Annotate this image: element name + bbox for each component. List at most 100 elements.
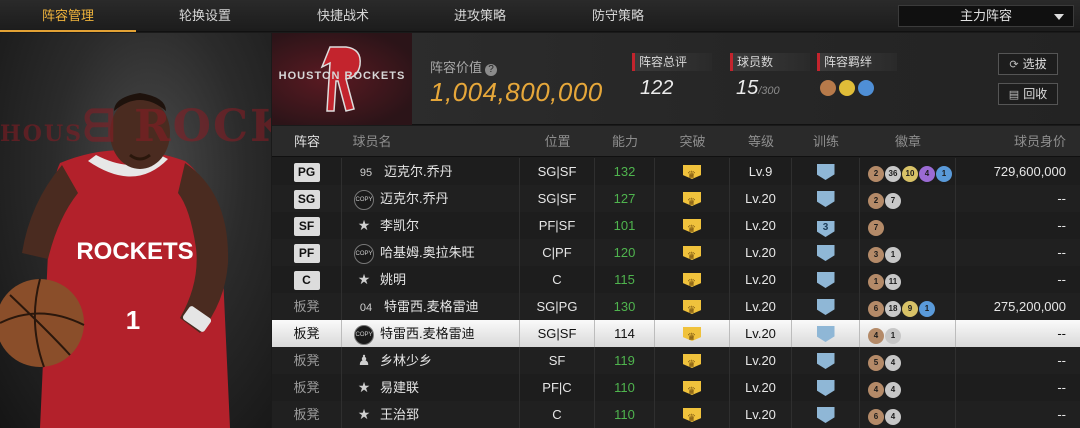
cell-training [792, 374, 860, 401]
star-card-icon: ♟ [357, 352, 371, 368]
position-slot-badge: SF [293, 217, 320, 236]
cell-level: Lv.20 [730, 239, 792, 266]
badge-bronze: 1 [868, 274, 884, 290]
training-shield-icon: 3 [816, 221, 835, 237]
player-name: 迈克尔.乔丹 [384, 164, 453, 179]
player-name: 李凯尔 [380, 218, 420, 233]
training-shield-icon [816, 164, 835, 180]
cell-slot: 板凳 [272, 374, 342, 401]
player-name: 特雷西.麦格雷迪 [380, 326, 475, 341]
bond-icons[interactable] [820, 80, 877, 101]
team-name-text: HOUSTON ROCKETS [279, 70, 406, 82]
tab-defense-strategy[interactable]: 防守策略 [550, 0, 686, 32]
cell-breakthrough [655, 239, 730, 266]
cell-name: ★ 王治郅 [342, 401, 520, 428]
position-slot-badge: SG [293, 190, 320, 209]
table-row[interactable]: SG COPY 迈克尔.乔丹 SG|SF 127 Lv.20 27 -- [272, 185, 1080, 212]
header-training: 训练 [812, 134, 839, 149]
training-shield-icon [816, 326, 835, 342]
badge-silver: 1 [885, 247, 901, 263]
cell-breakthrough [655, 158, 730, 185]
recycle-button[interactable]: ▤ 回收 [998, 83, 1058, 105]
crown-icon [683, 300, 701, 314]
table-header: 阵容 球员名 位置 能力 突破 等级 训练 徽章 球员身价 [272, 126, 1080, 157]
table-row[interactable]: 板凳 ★ 易建联 PF|C 110 Lv.20 44 -- [272, 374, 1080, 401]
badge-silver: 4 [885, 355, 901, 371]
cell-training: 3 [792, 212, 860, 239]
cell-training [792, 320, 860, 347]
crown-icon [683, 246, 701, 260]
player-name: 迈克尔.乔丹 [380, 191, 449, 206]
card-number: 95 [359, 167, 373, 179]
badge-gold: 10 [902, 166, 918, 182]
copy-card-icon: COPY [354, 243, 374, 264]
cell-slot: 板凳 [272, 320, 342, 347]
cell-name: 04 特雷西.麦格雷迪 [342, 293, 520, 320]
badge-purple: 4 [919, 166, 935, 182]
cell-training [792, 401, 860, 428]
table-row[interactable]: 板凳 COPY 特雷西.麦格雷迪 SG|SF 114 Lv.20 41 -- [272, 320, 1080, 347]
header-level: 等级 [747, 134, 774, 149]
badge-bronze: 4 [868, 382, 884, 398]
cell-position: PF|SF [520, 212, 595, 239]
cell-training [792, 347, 860, 374]
tab-quick-tactics[interactable]: 快捷战术 [275, 0, 411, 32]
bond-icon-blue [858, 80, 874, 96]
cell-badges: 44 [860, 374, 956, 401]
cell-level: Lv.20 [730, 347, 792, 374]
cell-breakthrough [655, 293, 730, 320]
badge-silver: 1 [885, 328, 901, 344]
table-row[interactable]: 板凳 ♟ 乡林少乡 SF 119 Lv.20 54 -- [272, 347, 1080, 374]
cell-ability: 130 [595, 293, 655, 320]
header-name: 球员名 [352, 134, 392, 149]
tab-lineup-management[interactable]: 阵容管理 [0, 0, 136, 32]
cell-level: Lv.20 [730, 320, 792, 347]
tab-rotation-settings[interactable]: 轮换设置 [137, 0, 273, 32]
cell-training [792, 185, 860, 212]
table-row[interactable]: 板凳 04 特雷西.麦格雷迪 SG|PG 130 Lv.20 61891 275,… [272, 293, 1080, 320]
player-name: 特雷西.麦格雷迪 [384, 299, 479, 314]
header-position: 位置 [544, 134, 571, 149]
help-icon[interactable]: ? [485, 64, 498, 76]
crown-icon [683, 165, 701, 179]
cell-price: -- [1057, 218, 1066, 233]
star-card-icon: ★ [357, 271, 371, 287]
document-icon: ▤ [1008, 89, 1020, 101]
cell-ability: 101 [595, 212, 655, 239]
cell-slot: 板凳 [272, 401, 342, 428]
cell-breakthrough [655, 347, 730, 374]
cell-level: Lv.20 [730, 401, 792, 428]
crown-icon [683, 327, 701, 341]
cell-breakthrough [655, 401, 730, 428]
tab-offense-strategy[interactable]: 进攻策略 [412, 0, 548, 32]
table-row[interactable]: SF ★ 李凯尔 PF|SF 101 Lv.20 3 7 -- [272, 212, 1080, 239]
table-row[interactable]: C ★ 姚明 C 115 Lv.20 111 -- [272, 266, 1080, 293]
badge-blue: 1 [936, 166, 952, 182]
cell-badges: 1 11 [860, 266, 956, 293]
rockets-logo-icon: HOUSTON ROCKETS [279, 46, 406, 112]
top-tab-bar: 阵容管理 轮换设置 快捷战术 进攻策略 防守策略 主力阵容 [0, 0, 1080, 32]
cell-position: C|PF [520, 239, 595, 266]
cell-ability: 132 [595, 158, 655, 185]
cell-position: SF [520, 347, 595, 374]
header-breakthrough: 突破 [679, 134, 706, 149]
select-button[interactable]: ⟳ 选拔 [998, 53, 1058, 75]
bond-icon-bronze [820, 80, 836, 96]
badge-bronze: 7 [868, 220, 884, 236]
crown-icon [683, 192, 701, 206]
position-slot-badge: PG [293, 163, 320, 182]
cell-badges: 27 [860, 185, 956, 212]
player-name: 姚明 [380, 272, 407, 287]
cell-breakthrough [655, 374, 730, 401]
cell-price: -- [1057, 326, 1066, 341]
header-slot: 阵容 [293, 134, 320, 149]
cell-ability: 114 [595, 320, 655, 347]
lineup-summary-banner: HOUSTON ROCKETS 阵容价值? 1,004,800,000 阵容总评… [272, 33, 1080, 125]
table-row[interactable]: 板凳 ★ 王治郅 C 110 Lv.20 64 -- [272, 401, 1080, 428]
lineup-dropdown[interactable]: 主力阵容 [898, 5, 1074, 27]
cell-position: PF|C [520, 374, 595, 401]
player-illustration: ROCKETS 1 [0, 93, 230, 428]
table-row[interactable]: PF COPY 哈基姆.奥拉朱旺 C|PF 120 Lv.20 31 -- [272, 239, 1080, 266]
table-row[interactable]: PG 95 迈克尔.乔丹 SG|SF 132 Lv.9 2361041 729,6… [272, 158, 1080, 185]
cell-name: COPY 哈基姆.奥拉朱旺 [342, 239, 520, 266]
